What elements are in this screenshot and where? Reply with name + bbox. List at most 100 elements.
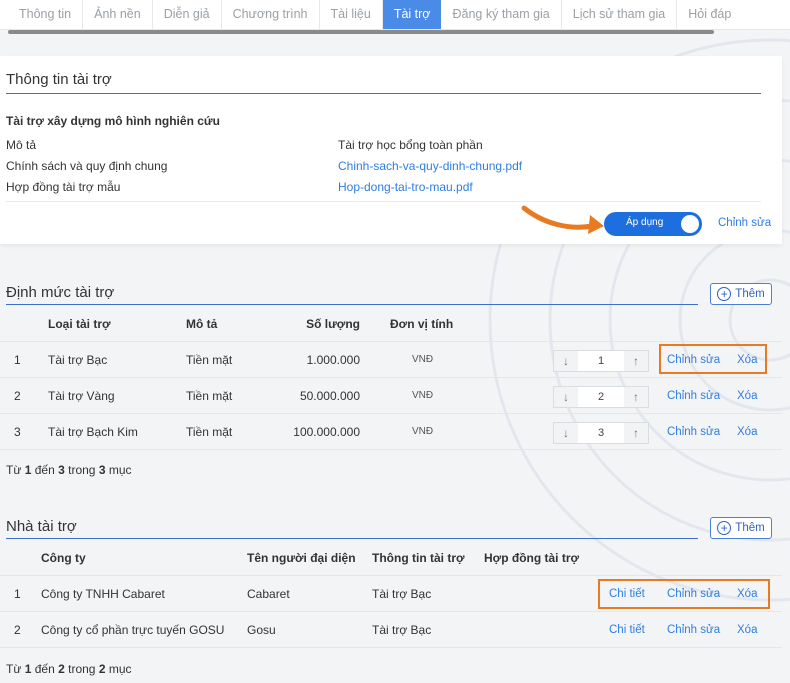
delete-link[interactable]: Xóa: [737, 342, 757, 378]
summary-text: Từ: [6, 463, 25, 477]
header-rep: Tên người đại diện: [247, 551, 356, 565]
contract-file-link[interactable]: Hop-dong-tai-tro-mau.pdf: [338, 180, 473, 194]
add-quota-button[interactable]: + Thêm: [710, 283, 772, 305]
policy-label: Chính sách và quy định chung: [6, 159, 168, 173]
quota-title: Định mức tài trợ: [6, 284, 115, 301]
order-value[interactable]: 1: [578, 351, 624, 371]
plus-circle-icon: +: [717, 521, 732, 535]
table-header-row: Công ty Tên người đại diện Thông tin tài…: [0, 540, 782, 576]
divider: [6, 201, 761, 202]
sponsor-type: Tài trợ Bạc: [48, 353, 108, 367]
detail-link[interactable]: Chi tiết: [609, 576, 645, 612]
edit-link[interactable]: Chỉnh sửa: [667, 576, 720, 612]
delete-link[interactable]: Xóa: [737, 612, 757, 648]
info-heading: Tài trợ xây dựng mô hình nghiên cứu: [6, 114, 220, 128]
apply-toggle[interactable]: Áp dụng: [604, 212, 702, 236]
arrow-down-icon[interactable]: ↓: [554, 423, 578, 443]
unit: VNĐ: [412, 354, 434, 365]
quota-title-line: [6, 304, 698, 305]
table-header-row: Loại tài trợ Mô tả Số lượng Đơn vị tính: [0, 306, 782, 342]
sponsor-type: Tài trợ Bạch Kim: [48, 425, 138, 439]
arrow-up-icon[interactable]: ↑: [624, 351, 648, 371]
description: Tiền mặt: [186, 425, 233, 439]
header-company: Công ty: [41, 551, 86, 565]
order-value[interactable]: 2: [578, 387, 624, 407]
unit: VNĐ: [412, 390, 434, 401]
tab-7[interactable]: Lịch sử tham gia: [562, 0, 678, 29]
tab-bar: Thông tin Ảnh nền Diễn giả Chương trình Tài …: [0, 0, 790, 30]
representative: Cabaret: [247, 587, 290, 601]
summary-text: đến: [31, 463, 59, 477]
contract-label: Hợp đồng tài trợ mẫu: [6, 180, 121, 194]
summary-total: 3: [98, 463, 106, 477]
policy-file-link[interactable]: Chinh-sach-va-quy-dinh-chung.pdf: [338, 159, 522, 173]
toggle-label: Áp dụng: [626, 217, 664, 228]
add-sponsor-button[interactable]: + Thêm: [710, 517, 772, 539]
arrow-up-icon[interactable]: ↑: [624, 387, 648, 407]
row-number: 1: [14, 587, 21, 601]
sponsor-info: Tài trợ Bạc: [372, 587, 432, 601]
sponsors-table: Công ty Tên người đại diện Thông tin tài…: [0, 540, 782, 648]
sponsors-summary: Từ 1 đến 2 trong 2 mục: [6, 662, 132, 676]
edit-link[interactable]: Chỉnh sửa: [667, 342, 720, 378]
detail-link[interactable]: Chi tiết: [609, 612, 645, 648]
header-info: Thông tin tài trợ: [372, 551, 465, 565]
order-value[interactable]: 3: [578, 423, 624, 443]
company-name: Công ty cổ phần trực tuyến GOSU: [41, 623, 225, 637]
tab-5[interactable]: Tài trợ: [382, 0, 442, 29]
tab-6[interactable]: Đăng ký tham gia: [441, 0, 562, 29]
company-name: Công ty TNHH Cabaret: [41, 587, 165, 601]
order-stepper: ↓ 1 ↑: [553, 350, 649, 372]
summary-to: 2: [58, 662, 65, 676]
tab-8[interactable]: Hỏi đáp: [677, 0, 742, 29]
header-unit: Đơn vị tính: [390, 317, 454, 331]
edit-link[interactable]: Chỉnh sửa: [667, 378, 720, 414]
edit-link[interactable]: Chỉnh sửa: [667, 414, 720, 450]
summary-text: đến: [31, 662, 59, 676]
arrow-up-icon[interactable]: ↑: [624, 423, 648, 443]
sponsor-info: Tài trợ Bạc: [372, 623, 432, 637]
table-row: 2 Tài trợ Vàng Tiền mặt 50.000.000 VNĐ ↓ 2 ↑ Chỉ…: [0, 378, 782, 414]
quota-summary: Từ 1 đến 3 trong 3 mục: [6, 463, 132, 477]
quantity: 50.000.000: [299, 389, 360, 403]
arrow-down-icon[interactable]: ↓: [554, 387, 578, 407]
summary-text: Từ: [6, 662, 25, 676]
header-qty: Số lượng: [306, 317, 360, 331]
delete-link[interactable]: Xóa: [737, 378, 757, 414]
header-contract: Hợp đồng tài trợ: [484, 551, 580, 565]
tab-4[interactable]: Tài liệu: [320, 0, 383, 29]
table-row: 2 Công ty cổ phần trực tuyến GOSU Gosu Tài …: [0, 612, 782, 648]
plus-circle-icon: +: [717, 287, 732, 301]
edit-link[interactable]: Chỉnh sửa: [667, 612, 720, 648]
description-value: Tài trợ học bổng toàn phần: [338, 138, 483, 152]
tab-1[interactable]: Ảnh nền: [83, 0, 153, 29]
unit: VNĐ: [412, 426, 434, 437]
summary-text: mục: [105, 662, 132, 676]
order-stepper: ↓ 3 ↑: [553, 422, 649, 444]
header-desc: Mô tả: [186, 317, 218, 331]
quantity: 1.000.000: [306, 353, 360, 367]
summary-total: 2: [98, 662, 106, 676]
description: Tiền mặt: [186, 353, 233, 367]
order-stepper: ↓ 2 ↑: [553, 386, 649, 408]
tab-3[interactable]: Chương trình: [222, 0, 320, 29]
tab-2[interactable]: Diễn giả: [153, 0, 222, 29]
quantity: 100.000.000: [293, 425, 360, 439]
row-number: 2: [14, 623, 21, 637]
representative: Gosu: [247, 623, 276, 637]
sponsor-info-card: Thông tin tài trợ Tài trợ xây dựng mô hì…: [0, 56, 782, 244]
toggle-knob: [681, 215, 699, 233]
curved-arrow-icon: [521, 205, 604, 234]
horizontal-scrollbar[interactable]: [8, 30, 714, 34]
delete-link[interactable]: Xóa: [737, 414, 757, 450]
table-row: 1 Công ty TNHH Cabaret Cabaret Tài trợ Bạc C…: [0, 576, 782, 612]
tab-0[interactable]: Thông tin: [8, 0, 84, 29]
description-label: Mô tả: [6, 138, 37, 152]
arrow-down-icon[interactable]: ↓: [554, 351, 578, 371]
row-number: 3: [14, 425, 21, 439]
delete-link[interactable]: Xóa: [737, 576, 757, 612]
table-row: 3 Tài trợ Bạch Kim Tiền mặt 100.000.000 VNĐ ↓…: [0, 414, 782, 450]
sponsors-title: Nhà tài trợ: [6, 518, 77, 535]
summary-text: trong: [64, 662, 99, 676]
info-edit-link[interactable]: Chỉnh sửa: [718, 217, 771, 229]
